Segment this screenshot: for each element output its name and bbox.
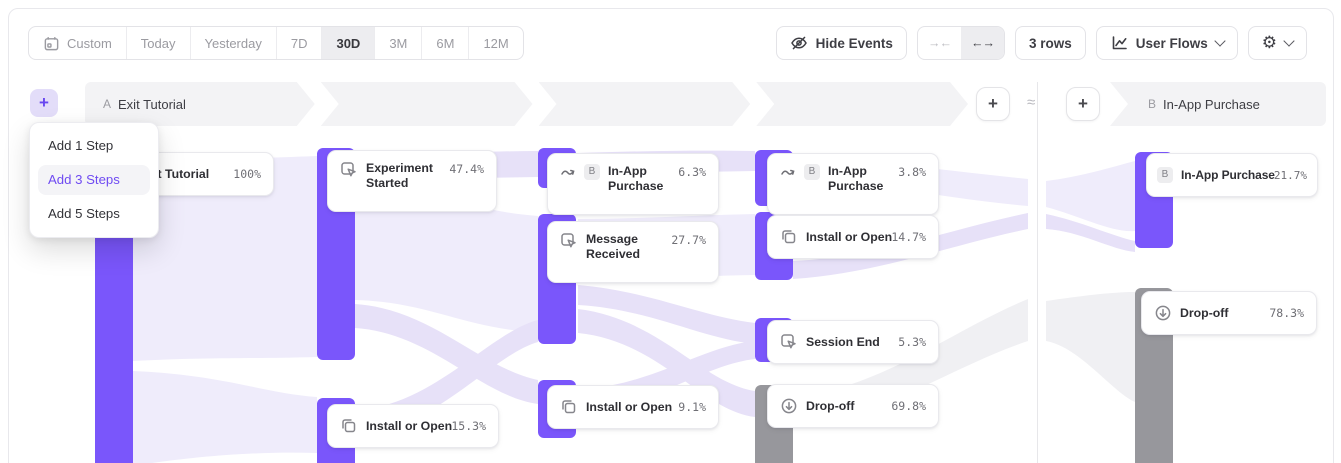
node-card-message-received[interactable]: Message Received 27.7% bbox=[547, 221, 719, 283]
date-range-30d[interactable]: 30D bbox=[321, 27, 374, 59]
node-card-dropoff[interactable]: Drop-off 69.8% bbox=[767, 384, 939, 428]
flow-a-step-segment[interactable] bbox=[756, 82, 968, 126]
jump-arrow-icon bbox=[780, 164, 796, 180]
approx-divider-symbol: ≈ bbox=[1026, 93, 1036, 112]
append-step-a-button[interactable]: + bbox=[976, 87, 1010, 121]
node-card-dropoff-b[interactable]: Drop-off 78.3% bbox=[1141, 291, 1317, 335]
arrows-expand-icon[interactable]: ←→ bbox=[961, 27, 1004, 59]
node-card-install-or-open[interactable]: Install or Open 14.7% bbox=[767, 215, 939, 259]
node-card-install-or-open[interactable]: Install or Open 9.1% bbox=[547, 385, 719, 429]
flow-a-step-segment[interactable] bbox=[539, 82, 751, 126]
flow-b-letter: B bbox=[1148, 97, 1156, 111]
date-range-today[interactable]: Today bbox=[126, 27, 190, 59]
date-range-3m[interactable]: 3M bbox=[374, 27, 421, 59]
date-range-7d[interactable]: 7D bbox=[276, 27, 322, 59]
chevron-down-icon bbox=[1214, 35, 1225, 46]
toolbar: Custom Today Yesterday 7D 30D 3M 6M 12M … bbox=[28, 26, 1307, 60]
flow-a-label: Exit Tutorial bbox=[118, 97, 186, 112]
flow-ribbon bbox=[133, 371, 317, 463]
node-card-experiment-started[interactable]: Experiment Started 47.4% bbox=[327, 150, 497, 212]
node-card-in-app-purchase[interactable]: B In-App Purchase 3.8% bbox=[767, 153, 939, 215]
view-selector-label: User Flows bbox=[1136, 36, 1208, 51]
date-range-yesterday[interactable]: Yesterday bbox=[190, 27, 276, 59]
flow-b-label: In-App Purchase bbox=[1163, 97, 1260, 112]
jump-arrow-icon bbox=[560, 164, 576, 180]
node-card-install-or-open[interactable]: Install or Open 15.3% bbox=[327, 404, 499, 448]
flow-a-step-segment[interactable] bbox=[321, 82, 533, 126]
menu-item-add-3-steps[interactable]: Add 3 Steps bbox=[38, 165, 150, 195]
flow-a-step-segment[interactable]: A Exit Tutorial bbox=[85, 82, 315, 126]
date-range-control: Custom Today Yesterday 7D 30D 3M 6M 12M bbox=[28, 26, 524, 60]
rows-label: 3 rows bbox=[1029, 36, 1072, 51]
chevron-down-icon bbox=[1283, 35, 1294, 46]
date-range-6m[interactable]: 6M bbox=[421, 27, 468, 59]
calendar-icon bbox=[43, 35, 60, 52]
date-range-custom[interactable]: Custom bbox=[29, 27, 126, 59]
node-card-in-app-purchase[interactable]: B In-App Purchase 6.3% bbox=[547, 153, 719, 215]
letter-b-badge: B bbox=[1157, 167, 1173, 183]
prepend-step-b-button[interactable]: + bbox=[1066, 87, 1100, 121]
rows-button[interactable]: 3 rows bbox=[1015, 26, 1086, 60]
settings-button[interactable]: ⚙ bbox=[1248, 26, 1307, 60]
node-card-in-app-purchase-b[interactable]: B In-App Purchase 21.7% bbox=[1146, 153, 1318, 197]
event-icon bbox=[340, 161, 358, 179]
screens-icon bbox=[560, 398, 578, 416]
event-icon bbox=[780, 333, 798, 351]
add-step-button[interactable]: + bbox=[30, 89, 58, 117]
section-divider bbox=[1037, 82, 1038, 463]
gear-icon: ⚙ bbox=[1262, 35, 1277, 52]
arrows-collapse-icon[interactable]: →← bbox=[918, 27, 961, 59]
menu-item-add-1-step[interactable]: Add 1 Step bbox=[38, 131, 150, 161]
screens-icon bbox=[340, 417, 358, 435]
flow-ribbon-dropoff bbox=[1046, 292, 1135, 402]
flow-a-letter: A bbox=[103, 97, 111, 111]
dropoff-icon bbox=[1154, 304, 1172, 322]
line-chart-icon bbox=[1110, 34, 1128, 52]
date-range-label: Custom bbox=[67, 36, 112, 51]
add-steps-menu: Add 1 Step Add 3 Steps Add 5 Steps bbox=[29, 122, 159, 238]
eye-off-icon bbox=[790, 34, 808, 52]
letter-b-badge: B bbox=[804, 164, 820, 180]
user-flows-app: Custom Today Yesterday 7D 30D 3M 6M 12M … bbox=[0, 0, 1341, 463]
menu-item-add-5-steps[interactable]: Add 5 Steps bbox=[38, 199, 150, 229]
date-range-12m[interactable]: 12M bbox=[468, 27, 522, 59]
node-card-session-end[interactable]: Session End 5.3% bbox=[767, 320, 939, 364]
dropoff-icon bbox=[780, 397, 798, 415]
screens-icon bbox=[780, 228, 798, 246]
hide-events-button[interactable]: Hide Events bbox=[776, 26, 907, 60]
spacing-control: →← ←→ bbox=[917, 26, 1005, 60]
event-icon bbox=[560, 232, 578, 250]
letter-b-badge: B bbox=[584, 164, 600, 180]
flow-b-header-band[interactable]: B In-App Purchase bbox=[1110, 82, 1326, 126]
view-selector-button[interactable]: User Flows bbox=[1096, 26, 1238, 60]
flow-a-header-band[interactable]: A Exit Tutorial bbox=[85, 82, 968, 126]
hide-events-label: Hide Events bbox=[816, 36, 893, 51]
